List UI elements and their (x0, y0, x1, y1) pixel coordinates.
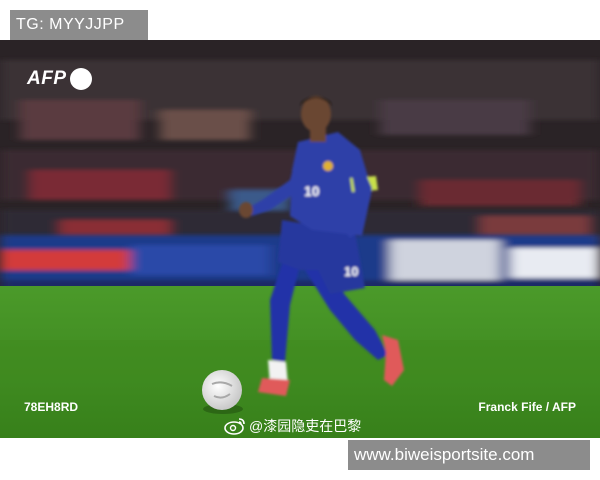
weibo-handle: @漆园隐吏在巴黎 (249, 418, 362, 434)
afp-logo: AFP (27, 68, 92, 90)
photo-credit: Franck Fife / AFP (478, 400, 576, 414)
site-watermark: www.biweisportsite.com (348, 440, 590, 470)
telegram-watermark: TG: MYYJJPP (10, 10, 148, 40)
weibo-icon (224, 418, 245, 435)
photo-scene: 10 10 (0, 40, 600, 438)
weibo-watermark: @漆园隐吏在巴黎 (224, 416, 361, 436)
afp-logo-text: AFP (27, 68, 67, 89)
shorts-number: 10 (344, 264, 358, 279)
jersey-number: 10 (304, 183, 320, 199)
photo-code: 78EH8RD (24, 400, 79, 414)
afp-logo-dot (69, 68, 92, 90)
match-photo: 10 10 AFP 78EH8RD Franck Fife / AFP @漆园隐… (0, 40, 600, 438)
